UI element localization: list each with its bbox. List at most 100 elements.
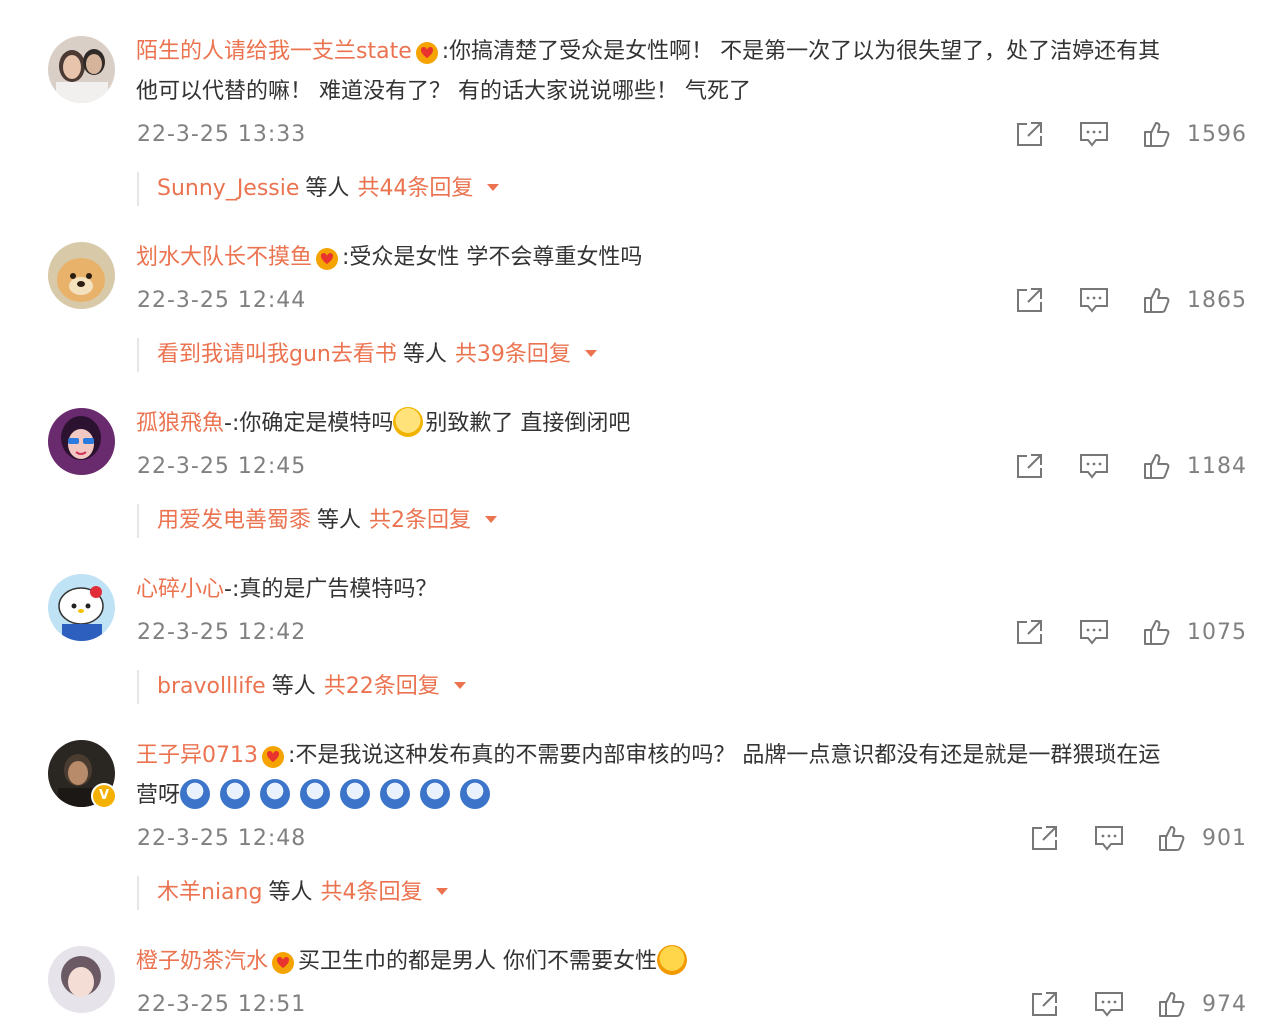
share-button[interactable]	[1015, 618, 1045, 646]
share-button[interactable]	[1015, 286, 1045, 314]
doge-emoji-icon	[300, 779, 331, 809]
doge-emoji-icon	[420, 779, 451, 809]
comment-meta: 22-3-25 12:44 1865	[137, 288, 1247, 320]
share-icon	[1017, 122, 1042, 146]
vip-badge-icon	[270, 948, 296, 974]
comment-time: 22-3-25 12:42	[137, 620, 307, 645]
comment-text: 划水大队长不摸鱼:受众是女性 学不会尊重女性吗	[136, 244, 643, 270]
reply-count-link[interactable]: 共44条回复	[357, 176, 473, 201]
comment-button[interactable]	[1079, 618, 1109, 646]
reply-username-link[interactable]: 木羊niang	[157, 880, 262, 905]
doge-emoji-icon	[260, 779, 291, 809]
username-link[interactable]: 心碎小心	[136, 577, 224, 602]
comment-time: 22-3-25 12:45	[137, 454, 307, 479]
expand-caret-icon[interactable]	[436, 887, 449, 895]
comment-button[interactable]	[1079, 286, 1109, 314]
username-link[interactable]: 陌生的人请给我一支兰state	[136, 39, 412, 64]
comment-icon	[1080, 122, 1108, 147]
comment-text: 陌生的人请给我一支兰state:你搞清楚了受众是女性啊！ 不是第一次了以为很失望…	[136, 38, 1161, 104]
comment-icon	[1080, 454, 1108, 479]
like-count: 974	[1202, 991, 1247, 1017]
reply-summary[interactable]: 看到我请叫我gun去看书 等人 共39条回复	[137, 338, 1057, 372]
comment-meta: 22-3-25 12:42 1075	[137, 620, 1247, 652]
comment-text: 孤狼飛魚-:你确定是模特吗 别致歉了 直接倒闭吧	[136, 404, 1246, 444]
doge-emoji-icon	[460, 779, 491, 809]
expand-caret-icon[interactable]	[485, 515, 498, 523]
share-button[interactable]	[1015, 452, 1045, 480]
comment-button[interactable]	[1094, 824, 1124, 852]
reply-summary[interactable]: 木羊niang 等人 共4条回复	[137, 876, 1057, 910]
share-icon	[1017, 454, 1042, 478]
username-link[interactable]: 王子异0713	[136, 743, 258, 768]
vip-badge-icon	[414, 38, 440, 64]
comment-actions: 901	[1030, 822, 1247, 854]
reply-summary[interactable]: Sunny_Jessie 等人 共44条回复	[137, 172, 1057, 206]
reply-summary[interactable]: 用爱发电善蜀黍 等人 共2条回复	[137, 504, 1057, 538]
avatar[interactable]	[48, 242, 115, 309]
share-button[interactable]	[1030, 824, 1060, 852]
avatar[interactable]: V	[48, 740, 117, 809]
username-link[interactable]: 橙子奶茶汽水	[136, 949, 268, 974]
reply-username-link[interactable]: 用爱发电善蜀黍	[157, 508, 311, 533]
comment-icon	[1080, 620, 1108, 645]
like-count: 1184	[1187, 453, 1247, 479]
avatar[interactable]	[48, 574, 115, 641]
thumbs-up-icon	[1144, 620, 1170, 645]
comment-actions: 1184	[1015, 450, 1247, 482]
vip-badge-icon	[260, 742, 286, 768]
like-count: 901	[1202, 825, 1247, 851]
doge-emoji-icon	[380, 779, 411, 809]
expand-caret-icon[interactable]	[584, 349, 597, 357]
reply-username-link[interactable]: bravolllife	[157, 674, 266, 699]
like-button[interactable]: 1075	[1143, 618, 1247, 646]
comment-meta: 22-3-25 13:33 1596	[137, 122, 1247, 154]
share-button[interactable]	[1015, 120, 1045, 148]
avatar[interactable]	[48, 36, 115, 103]
like-button[interactable]: 1865	[1143, 286, 1247, 314]
username-link[interactable]: 划水大队长不摸鱼	[136, 245, 312, 270]
username-link[interactable]: 孤狼飛魚	[136, 411, 224, 436]
share-button[interactable]	[1030, 990, 1060, 1018]
avatar[interactable]	[48, 946, 115, 1013]
comment-time: 22-3-25 13:33	[137, 122, 307, 147]
comment-button[interactable]	[1094, 990, 1124, 1018]
avatar[interactable]	[48, 408, 115, 475]
comment-time: 22-3-25 12:48	[137, 826, 307, 851]
share-icon	[1032, 992, 1057, 1016]
comment-text: 心碎小心-:真的是广告模特吗？	[136, 577, 438, 602]
like-button[interactable]: 1596	[1143, 120, 1247, 148]
doge-emoji-icon	[180, 779, 211, 809]
like-button[interactable]: 1184	[1143, 452, 1247, 480]
thumbs-up-icon	[1159, 992, 1185, 1017]
comment-actions: 974	[1030, 988, 1247, 1020]
comment-meta: 22-3-25 12:48 901	[137, 826, 1247, 858]
comment-icon	[1095, 826, 1123, 851]
comment-meta: 22-3-25 12:45 1184	[137, 454, 1247, 486]
reply-count-link[interactable]: 共39条回复	[455, 342, 571, 367]
reply-username-link[interactable]: 看到我请叫我gun去看书	[157, 342, 397, 367]
reply-summary[interactable]: bravolllife 等人 共22条回复	[137, 670, 1057, 704]
comment-actions: 1075	[1015, 616, 1247, 648]
like-button[interactable]: 974	[1158, 990, 1247, 1018]
reply-count-link[interactable]: 共2条回复	[369, 508, 471, 533]
thumbs-up-icon	[1144, 454, 1170, 479]
share-icon	[1017, 288, 1042, 312]
expand-caret-icon[interactable]	[487, 183, 500, 191]
share-icon	[1032, 826, 1057, 850]
doge-emoji-icon	[220, 779, 251, 809]
like-button[interactable]: 901	[1158, 824, 1247, 852]
comment-list: 陌生的人请给我一支兰state:你搞清楚了受众是女性啊！ 不是第一次了以为很失望…	[0, 0, 1272, 1017]
comment-icon	[1080, 288, 1108, 313]
rainbow-emoji-icon	[657, 945, 688, 975]
reply-username-link[interactable]: Sunny_Jessie	[157, 176, 299, 201]
vip-badge-icon	[314, 244, 340, 270]
comment-button[interactable]	[1079, 120, 1109, 148]
reply-count-link[interactable]: 共4条回复	[320, 880, 422, 905]
reply-count-link[interactable]: 共22条回复	[324, 674, 440, 699]
like-count: 1865	[1187, 287, 1247, 313]
expand-caret-icon[interactable]	[453, 681, 466, 689]
comment-icon	[1095, 992, 1123, 1017]
share-icon	[1017, 620, 1042, 644]
comment-button[interactable]	[1079, 452, 1109, 480]
doge-emoji-row	[180, 779, 492, 809]
